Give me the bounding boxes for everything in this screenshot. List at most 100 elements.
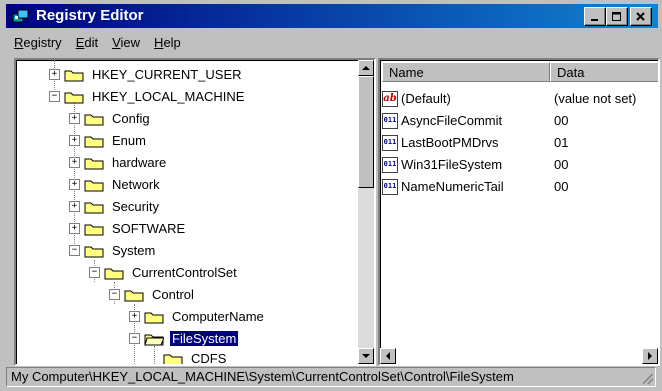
expand-toggle[interactable]: + xyxy=(129,311,140,322)
scroll-thumb[interactable] xyxy=(358,76,374,188)
open-folder-icon xyxy=(64,92,84,103)
value-row[interactable]: 011 NameNumericTail 00 xyxy=(382,176,568,197)
maximize-icon xyxy=(612,11,621,21)
value-data: 00 xyxy=(554,113,569,128)
value-row[interactable]: 011 Win31FileSystem 00 xyxy=(382,154,568,175)
tree-item-hardware[interactable]: + hardware xyxy=(69,152,168,173)
folder-icon xyxy=(84,114,104,125)
tree-vertical-scrollbar[interactable] xyxy=(358,60,374,364)
folder-icon xyxy=(84,202,104,213)
collapse-toggle[interactable]: − xyxy=(89,267,100,278)
tree-item-security[interactable]: + Security xyxy=(69,196,161,217)
folder-icon xyxy=(84,136,104,147)
status-bar: My Computer\HKEY_LOCAL_MACHINE\System\Cu… xyxy=(6,367,656,387)
open-folder-icon xyxy=(124,290,144,301)
arrow-left-icon xyxy=(386,352,390,360)
values-pane[interactable]: Name Data ab (Default) (value not set) 0… xyxy=(378,58,660,366)
folder-icon xyxy=(163,354,183,364)
value-row[interactable]: ab (Default) (value not set) xyxy=(382,88,636,109)
column-header-name[interactable]: Name xyxy=(382,62,550,82)
folder-icon xyxy=(64,70,84,81)
string-value-icon: ab xyxy=(382,90,398,107)
expand-toggle[interactable]: + xyxy=(69,157,80,168)
tree-item-filesystem[interactable]: − FileSystem xyxy=(129,328,239,349)
menu-bar: Registry Edit View Help xyxy=(14,35,181,50)
folder-icon xyxy=(144,312,164,323)
arrow-right-icon xyxy=(648,352,652,360)
scroll-down-button[interactable] xyxy=(358,348,374,364)
collapse-toggle[interactable]: − xyxy=(49,91,60,102)
tree-item-label: System xyxy=(112,243,156,258)
tree-item-label: CDFS xyxy=(191,351,227,366)
expand-toggle[interactable]: + xyxy=(69,201,80,212)
value-data: (value not set) xyxy=(554,91,637,106)
tree-item-software[interactable]: + SOFTWARE xyxy=(69,218,187,239)
value-row[interactable]: 011 LastBootPMDrvs 01 xyxy=(382,132,568,153)
key-tree-pane[interactable]: + HKEY_CURRENT_USER − HKEY_LOCAL_MACHINE… xyxy=(14,58,376,366)
value-data: 00 xyxy=(554,157,569,172)
binary-value-icon: 011 xyxy=(382,112,398,129)
tree-item-label: Config xyxy=(112,111,150,126)
menu-registry[interactable]: Registry xyxy=(14,35,62,50)
expand-toggle[interactable]: + xyxy=(69,113,80,124)
tree-item-network[interactable]: + Network xyxy=(69,174,162,195)
tree-item-label: Network xyxy=(112,177,160,192)
close-button[interactable] xyxy=(630,7,652,26)
value-name: Win31FileSystem xyxy=(401,157,503,172)
expand-toggle[interactable]: + xyxy=(69,179,80,190)
value-row[interactable]: 011 AsyncFileCommit 00 xyxy=(382,110,568,131)
arrow-down-icon xyxy=(362,354,370,358)
folder-icon xyxy=(84,180,104,191)
status-path: My Computer\HKEY_LOCAL_MACHINE\System\Cu… xyxy=(11,369,514,384)
expand-toggle[interactable]: + xyxy=(69,223,80,234)
menu-help[interactable]: Help xyxy=(154,35,181,50)
collapse-toggle[interactable]: − xyxy=(69,245,80,256)
scroll-left-button[interactable] xyxy=(380,348,396,364)
value-name: NameNumericTail xyxy=(401,179,504,194)
minimize-icon xyxy=(591,18,598,21)
menu-edit[interactable]: Edit xyxy=(76,35,98,50)
folder-icon xyxy=(84,158,104,169)
binary-value-icon: 011 xyxy=(382,156,398,173)
collapse-toggle[interactable]: − xyxy=(109,289,120,300)
window-title: Registry Editor xyxy=(36,7,144,24)
tree-item-enum[interactable]: + Enum xyxy=(69,130,148,151)
expand-toggle[interactable]: + xyxy=(69,135,80,146)
tree-item-computername[interactable]: + ComputerName xyxy=(129,306,266,327)
tree-item-label: hardware xyxy=(112,155,167,170)
collapse-toggle[interactable]: − xyxy=(129,333,140,344)
menu-view[interactable]: View xyxy=(112,35,140,50)
column-header-data[interactable]: Data xyxy=(550,62,658,82)
tree-item-label: Security xyxy=(112,199,159,214)
value-data: 00 xyxy=(554,179,569,194)
expand-toggle[interactable]: + xyxy=(49,69,60,80)
tree-item-hkey-current-user[interactable]: + HKEY_CURRENT_USER xyxy=(49,64,244,85)
value-name: (Default) xyxy=(401,91,451,106)
folder-icon xyxy=(84,224,104,235)
arrow-up-icon xyxy=(362,66,370,70)
binary-value-icon: 011 xyxy=(382,134,398,151)
title-bar[interactable]: Registry Editor xyxy=(6,4,658,28)
resize-grip[interactable] xyxy=(643,374,653,384)
scroll-up-button[interactable] xyxy=(358,60,374,76)
open-folder-icon xyxy=(84,246,104,257)
maximize-button[interactable] xyxy=(606,7,628,26)
tree-item-label-selected: FileSystem xyxy=(170,331,239,346)
binary-value-icon: 011 xyxy=(382,178,398,195)
value-name: AsyncFileCommit xyxy=(401,113,503,128)
tree-item-hkey-local-machine[interactable]: − HKEY_LOCAL_MACHINE xyxy=(49,86,246,107)
minimize-button[interactable] xyxy=(584,7,606,26)
values-horizontal-scrollbar[interactable] xyxy=(380,348,658,364)
registry-editor-icon xyxy=(12,9,29,23)
tree-item-control[interactable]: − Control xyxy=(109,284,196,305)
tree-item-label: HKEY_LOCAL_MACHINE xyxy=(92,89,245,104)
tree-item-label: CurrentControlSet xyxy=(132,265,237,280)
close-icon xyxy=(636,11,645,21)
tree-item-label: Enum xyxy=(112,133,146,148)
tree-item-currentcontrolset[interactable]: − CurrentControlSet xyxy=(89,262,239,283)
tree-item-cdfs[interactable]: CDFS xyxy=(163,348,228,366)
scroll-right-button[interactable] xyxy=(642,348,658,364)
tree-item-config[interactable]: + Config xyxy=(69,108,152,129)
open-folder-icon xyxy=(104,268,124,279)
tree-item-system[interactable]: − System xyxy=(69,240,157,261)
